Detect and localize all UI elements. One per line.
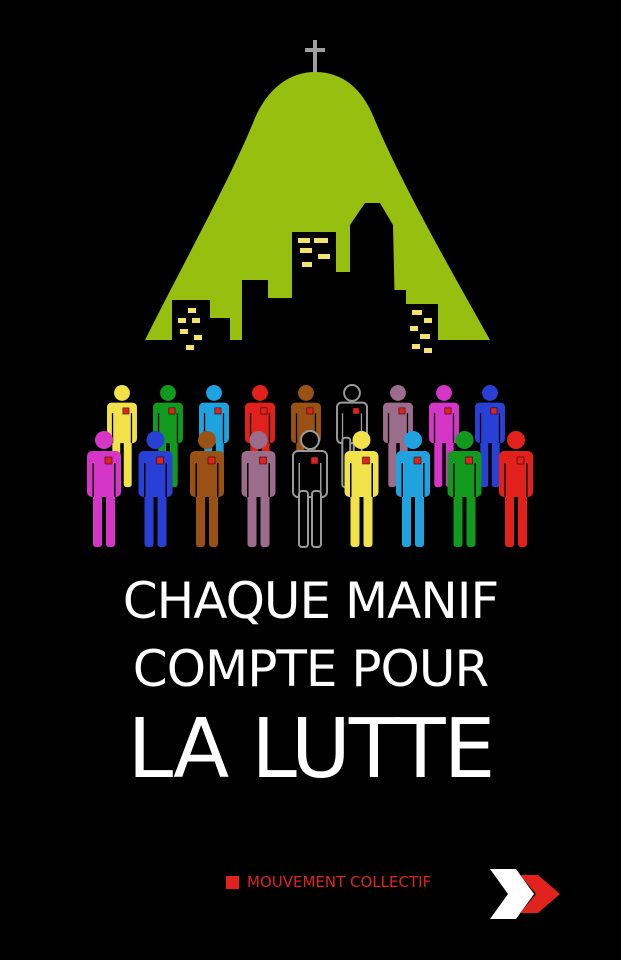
person-icon [241,431,276,547]
crowd [87,384,533,548]
footer-label: MOUVEMENT COLLECTIF [247,873,432,891]
footer-signature: MOUVEMENT COLLECTIF [226,871,431,893]
headline-line-2: COMPTE POUR [132,640,489,698]
person-icon [499,431,533,547]
person-icon [138,431,173,547]
red-square-icon [226,875,239,889]
scene-illustration [87,40,533,548]
logo-chevron-icon [490,869,560,919]
headline-line-1: CHAQUE MANIF [122,572,500,630]
cross-icon [305,40,325,74]
poster: CHAQUE MANIF COMPTE POUR LA LUTTE MOUVEM… [0,0,621,960]
headline-line-3: LA LUTTE [127,702,496,797]
